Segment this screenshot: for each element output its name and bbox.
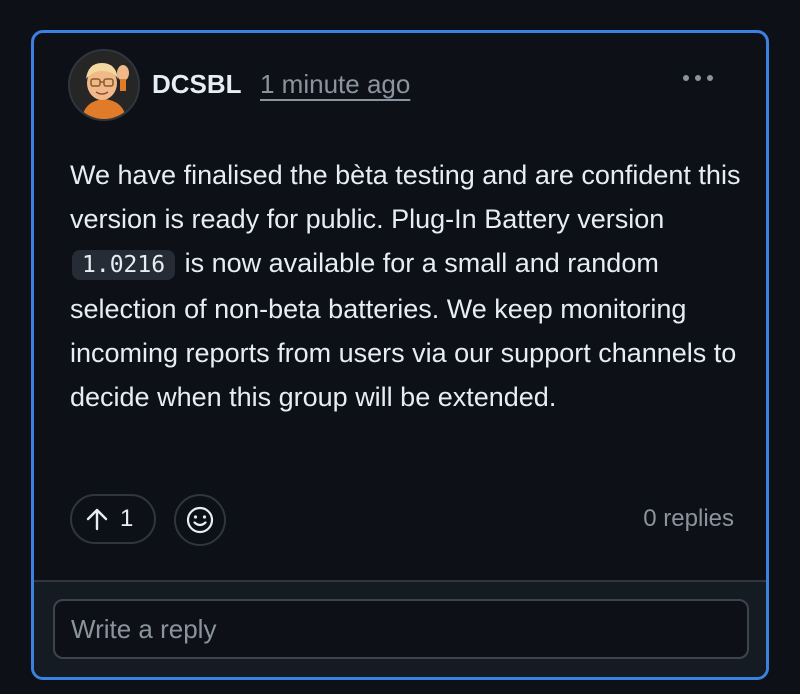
version-code: 1.0216	[72, 250, 176, 280]
comment-header: DCSBL 1 minute ago	[34, 33, 766, 143]
avatar[interactable]	[68, 49, 140, 121]
smiley-icon	[186, 506, 214, 534]
comment-timestamp[interactable]: 1 minute ago	[260, 69, 410, 100]
add-reaction-button[interactable]	[174, 494, 226, 546]
avatar-memoji-icon	[70, 51, 138, 119]
comment-menu-button[interactable]	[676, 63, 720, 93]
comment-card: DCSBL 1 minute ago We have finalised the…	[31, 30, 769, 680]
author-name[interactable]: DCSBL	[152, 69, 242, 100]
kebab-horizontal-icon	[683, 75, 713, 81]
upvote-count: 1	[120, 505, 134, 532]
upvote-button[interactable]: 1	[70, 494, 156, 544]
replies-count[interactable]: 0 replies	[643, 505, 734, 533]
arrow-up-icon	[86, 508, 108, 531]
comment-body: We have finalised the bèta testing and a…	[70, 153, 750, 419]
comment-body-text: We have finalised the bèta testing and a…	[70, 160, 741, 234]
reply-area	[34, 582, 766, 677]
reply-input[interactable]	[53, 599, 749, 659]
